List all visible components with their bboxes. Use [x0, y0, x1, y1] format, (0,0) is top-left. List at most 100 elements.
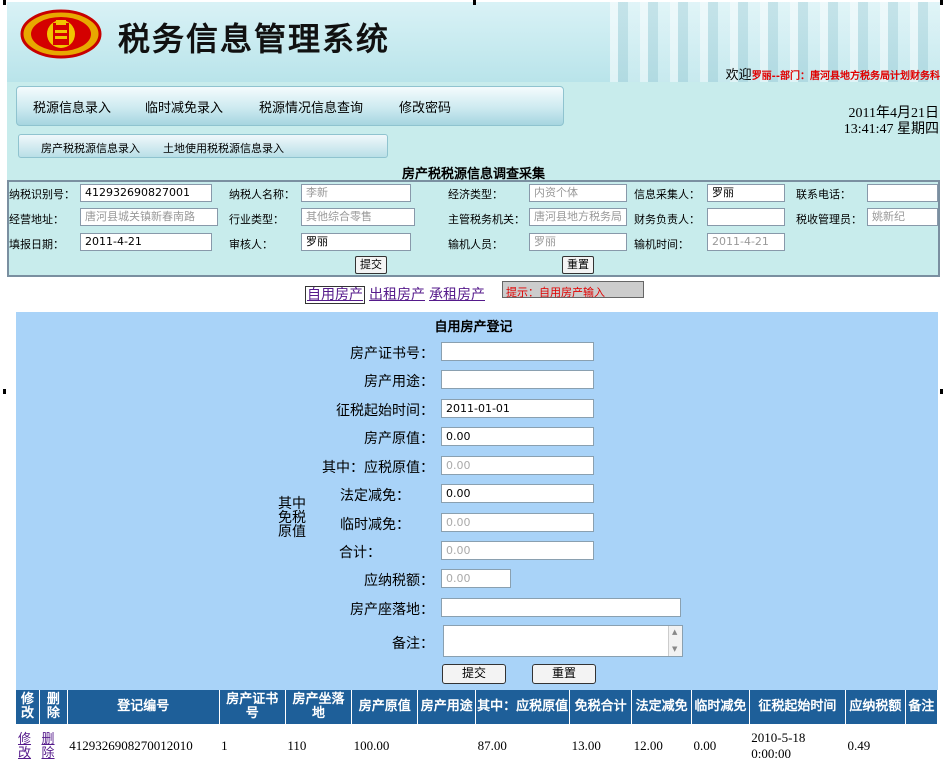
- tax-payable-input[interactable]: 0.00: [441, 569, 511, 588]
- resize-handle: [940, 389, 943, 394]
- taxpayer-name-input[interactable]: 李新: [301, 184, 411, 202]
- cell-start-time: 2010-5-18 0:00:00: [749, 724, 846, 768]
- tab-self-use-property[interactable]: 自用房产: [305, 286, 365, 304]
- table-header-row: 修改 删除 登记编号 房产证书号 房产坐落地 房产原值 房产用途 其中：应税原值…: [16, 690, 939, 724]
- scroll-up-icon[interactable]: ▲: [672, 628, 677, 636]
- col-header-legal-relief: 法定减免: [631, 690, 693, 724]
- col-header-remark: 备注: [905, 690, 939, 724]
- cell-location: 110: [285, 724, 352, 768]
- register-submit-button[interactable]: 提交: [442, 664, 506, 684]
- tax-emblem-logo: [20, 9, 102, 59]
- auditor-input[interactable]: 罗丽: [301, 233, 411, 251]
- cell-temp-relief: 0.00: [691, 724, 750, 768]
- industry-input[interactable]: 其他综合零售: [301, 208, 415, 226]
- menu-item-tax-source-query[interactable]: 税源情况信息查询: [259, 97, 363, 116]
- cell-cert-no: 1: [219, 724, 286, 768]
- collector-input[interactable]: 罗丽: [707, 184, 785, 202]
- taxpayer-id-input[interactable]: 412932690827001: [80, 184, 212, 202]
- col-header-temp-relief: 临时减免: [691, 690, 750, 724]
- taxpayer-id-label: 纳税识别号：: [9, 188, 75, 201]
- scroll-down-icon[interactable]: ▼: [672, 645, 677, 653]
- location-label: 房产座落地：: [350, 602, 434, 618]
- col-header-taxable-value: 其中：应税原值: [475, 690, 571, 724]
- sub-menu: 房产税税源信息录入 土地使用税税源信息录入: [18, 134, 388, 158]
- legal-relief-input[interactable]: 0.00: [441, 484, 594, 503]
- property-records-table: 修改 删除 登记编号 房产证书号 房产坐落地 房产原值 房产用途 其中：应税原值…: [16, 690, 939, 768]
- edit-link[interactable]: 修改: [18, 731, 32, 760]
- legal-relief-label: 法定减免：: [340, 488, 410, 504]
- collector-label: 信息采集人：: [634, 188, 700, 201]
- entry-time-input[interactable]: 2011-4-21: [707, 233, 785, 251]
- col-header-usage: 房产用途: [417, 690, 477, 724]
- col-header-edit: 修改: [16, 690, 41, 724]
- tab-leased-property[interactable]: 承租房产: [429, 287, 485, 303]
- economic-type-label: 经济类型：: [448, 188, 503, 201]
- address-label: 经营地址：: [9, 213, 64, 226]
- taxable-value-input[interactable]: 0.00: [441, 456, 594, 475]
- start-time-label: 征税起始时间：: [336, 403, 434, 419]
- phone-label: 联系电话：: [796, 188, 851, 201]
- auditor-label: 审核人：: [229, 238, 273, 251]
- exempt-group-label: 其中免税原值: [278, 496, 306, 540]
- col-header-reg-no: 登记编号: [67, 690, 220, 724]
- remark-label: 备注：: [392, 636, 434, 652]
- col-header-delete: 删除: [39, 690, 68, 724]
- fill-date-input[interactable]: 2011-4-21: [80, 233, 212, 251]
- submenu-item-property-tax[interactable]: 房产税税源信息录入: [41, 140, 140, 156]
- cell-legal-relief: 12.00: [631, 724, 692, 768]
- tax-manager-label: 税收管理员：: [796, 213, 862, 226]
- col-header-exempt-total: 免税合计: [569, 690, 633, 724]
- self-use-title: 自用房产登记: [434, 320, 513, 335]
- current-date: 2011年4月21日: [848, 106, 939, 121]
- delete-link[interactable]: 删除: [42, 731, 56, 760]
- taxable-value-label: 其中：应税原值：: [322, 460, 434, 476]
- tax-payable-label: 应纳税额：: [364, 573, 434, 589]
- current-time: 13:41:47 星期四: [843, 122, 939, 137]
- form-reset-button[interactable]: 重置: [562, 256, 594, 274]
- industry-label: 行业类型：: [229, 213, 284, 226]
- fill-date-label: 填报日期：: [9, 238, 64, 251]
- menu-item-temp-relief-entry[interactable]: 临时减免录入: [145, 97, 223, 116]
- phone-input[interactable]: [867, 184, 938, 202]
- usage-label: 房产用途：: [364, 374, 434, 390]
- cert-no-input[interactable]: [441, 342, 594, 361]
- temp-relief-input[interactable]: 0.00: [441, 513, 594, 532]
- cell-usage: [417, 724, 476, 768]
- tax-office-input[interactable]: 唐河县地方税务局: [529, 208, 627, 226]
- total-label: 合计：: [339, 545, 381, 561]
- finance-label: 财务负责人：: [634, 213, 700, 226]
- address-input[interactable]: 唐河县城关镇新春南路: [80, 208, 218, 226]
- remark-scrollbar[interactable]: ▲ ▼: [668, 626, 682, 656]
- submenu-item-land-use-tax[interactable]: 土地使用税税源信息录入: [163, 140, 284, 156]
- menu-item-tax-source-entry[interactable]: 税源信息录入: [33, 97, 111, 116]
- col-header-orig-value: 房产原值: [351, 690, 419, 724]
- entry-time-label: 输机时间：: [634, 238, 689, 251]
- hint-box: 提示：自用房产输入: [502, 281, 644, 299]
- register-reset-button[interactable]: 重置: [532, 664, 596, 684]
- usage-input[interactable]: [441, 370, 594, 389]
- tax-manager-input[interactable]: 姚新纪: [867, 208, 938, 226]
- menu-item-change-password[interactable]: 修改密码: [399, 97, 451, 116]
- form-submit-button[interactable]: 提交: [355, 256, 387, 274]
- resize-handle: [940, 0, 943, 5]
- cell-remark: [905, 724, 938, 768]
- taxpayer-name-label: 纳税人名称：: [229, 188, 295, 201]
- property-type-tabs: 自用房产 出租房产 承租房产: [305, 284, 489, 304]
- tax-office-label: 主管税务机关：: [448, 213, 525, 226]
- entry-person-input[interactable]: 罗丽: [529, 233, 627, 251]
- economic-type-input[interactable]: 内资个体: [529, 184, 627, 202]
- resize-handle: [3, 0, 6, 5]
- remark-textarea[interactable]: ▲ ▼: [443, 625, 683, 657]
- finance-input[interactable]: [707, 208, 785, 226]
- start-time-input[interactable]: 2011-01-01: [441, 399, 594, 418]
- tab-rented-out-property[interactable]: 出租房产: [369, 287, 425, 303]
- original-value-input[interactable]: 0.00: [441, 427, 594, 446]
- location-input[interactable]: [441, 598, 681, 617]
- col-header-cert-no: 房产证书号: [219, 690, 286, 724]
- cert-no-label: 房产证书号：: [350, 346, 434, 362]
- resize-handle: [473, 0, 476, 5]
- cell-orig-value: 100.00: [351, 724, 418, 768]
- total-input[interactable]: 0.00: [441, 541, 594, 560]
- welcome-prefix: 欢迎: [725, 68, 752, 83]
- welcome-user: 罗丽--部门：唐河县地方税务局计划财务科: [751, 71, 940, 82]
